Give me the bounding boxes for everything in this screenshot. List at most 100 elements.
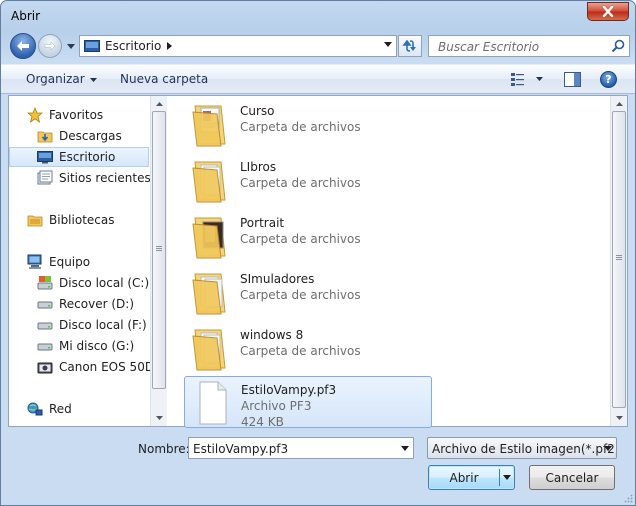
view-dropdown-icon[interactable]	[536, 77, 543, 81]
search-box[interactable]: Buscar Escritorio	[428, 35, 630, 57]
folder-item-curso[interactable]: Curso Carpeta de archivos	[184, 98, 432, 150]
sidebar-item-network[interactable]: Red	[9, 399, 149, 419]
navigation-pane-scrollbar[interactable]	[150, 96, 167, 426]
file-name: Curso	[240, 104, 275, 118]
sidebar-item-label: Descargas	[59, 129, 122, 143]
system-drive-icon	[37, 276, 53, 290]
address-bar[interactable]: Escritorio	[79, 35, 397, 57]
camera-icon	[37, 362, 53, 374]
chevron-down-icon	[89, 78, 97, 82]
drive-icon	[37, 322, 53, 330]
preview-pane-icon[interactable]	[564, 72, 581, 87]
file-name: SImuladores	[240, 272, 315, 286]
file-name: EstiloVampy.pf3	[241, 383, 337, 397]
file-type-filter[interactable]: Archivo de Estilo imagen(*.pf2,	[427, 437, 617, 459]
search-input[interactable]: Buscar Escritorio	[438, 40, 539, 54]
scroll-down-icon	[155, 416, 163, 420]
sidebar-item-drive-g[interactable]: Mi disco (G:)	[9, 336, 149, 356]
organize-label: Organizar	[26, 72, 85, 86]
chevron-down-icon[interactable]	[401, 446, 409, 451]
network-icon	[27, 402, 43, 416]
scroll-up-arrow[interactable]	[614, 99, 624, 109]
sidebar-item-label: Red	[49, 402, 72, 416]
scroll-down-icon	[615, 416, 623, 420]
folder-icon	[192, 217, 226, 259]
resize-grip-icon[interactable]	[623, 493, 633, 503]
sidebar-item-label: Equipo	[49, 255, 91, 269]
sidebar-item-favorites[interactable]: Favoritos	[9, 105, 149, 125]
desktop-icon	[37, 150, 53, 163]
change-view-icon[interactable]	[509, 71, 527, 87]
sidebar-item-label: Bibliotecas	[49, 213, 115, 227]
close-button[interactable]	[587, 2, 629, 21]
history-dropdown-button[interactable]	[65, 40, 77, 52]
help-icon[interactable]: ?	[600, 71, 617, 88]
drive-icon	[37, 301, 53, 309]
libraries-icon	[27, 215, 43, 227]
browser-area: Favoritos Descargas Escritorio Sitios re…	[8, 95, 628, 429]
folder-item-libros[interactable]: LIbros Carpeta de archivos	[184, 154, 432, 206]
sidebar-item-camera[interactable]: Canon EOS 50D	[9, 357, 154, 377]
chevron-right-icon[interactable]	[167, 42, 173, 50]
title-bar[interactable]: Abrir	[1, 1, 635, 31]
filename-value[interactable]: EstiloVampy.pf3	[193, 442, 288, 456]
chevron-down-icon[interactable]	[604, 446, 612, 451]
sidebar-item-drive-f[interactable]: Disco local (F:)	[9, 315, 149, 335]
sidebar-item-label: Sitios recientes	[59, 171, 151, 185]
forward-button[interactable]	[38, 34, 62, 58]
sidebar-item-label: Disco local (C:)	[59, 276, 150, 290]
dialog-footer: Nombre: EstiloVampy.pf3 Archivo de Estil…	[1, 429, 635, 505]
address-dropdown-icon[interactable]	[384, 42, 392, 47]
scrollbar-thumb[interactable]	[612, 111, 626, 408]
scroll-up-icon	[615, 102, 623, 106]
sidebar-item-libraries[interactable]: Bibliotecas	[9, 210, 149, 230]
scroll-up-arrow[interactable]	[154, 99, 164, 109]
close-icon	[602, 6, 614, 17]
folder-item-portrait[interactable]: Portrait Carpeta de archivos	[184, 210, 432, 262]
open-options-dropdown-icon[interactable]	[503, 475, 511, 480]
file-name: Portrait	[240, 216, 285, 230]
sidebar-item-label: Canon EOS 50D	[59, 360, 155, 374]
sidebar-item-computer[interactable]: Equipo	[9, 252, 149, 272]
scroll-down-arrow[interactable]	[614, 413, 624, 423]
file-type: Carpeta de archivos	[240, 120, 361, 134]
file-type: Carpeta de archivos	[240, 176, 361, 190]
computer-icon	[27, 254, 42, 269]
scroll-down-arrow[interactable]	[154, 413, 164, 423]
sidebar-item-desktop[interactable]: Escritorio	[9, 147, 149, 167]
back-button[interactable]	[10, 33, 36, 59]
open-button-label: Abrir	[449, 471, 479, 485]
sidebar-item-label: Mi disco (G:)	[59, 339, 135, 353]
address-text: Escritorio	[105, 39, 162, 53]
star-icon	[27, 107, 43, 123]
folder-item-windows-8[interactable]: windows 8 Carpeta de archivos	[184, 322, 432, 374]
file-name: LIbros	[240, 160, 277, 174]
file-size: 424 KB	[241, 415, 284, 429]
search-icon[interactable]	[611, 39, 625, 53]
refresh-button[interactable]	[398, 35, 422, 57]
sidebar-item-drive-d[interactable]: Recover (D:)	[9, 294, 149, 314]
scrollbar-thumb[interactable]	[152, 111, 166, 389]
refresh-icon	[402, 40, 416, 52]
split-divider	[499, 469, 500, 486]
file-type-filter-value: Archivo de Estilo imagen(*.pf2,	[432, 442, 617, 456]
new-folder-button[interactable]: Nueva carpeta	[120, 72, 208, 86]
sidebar-item-recent-places[interactable]: Sitios recientes	[9, 168, 151, 188]
sidebar-item-downloads[interactable]: Descargas	[9, 126, 149, 146]
file-type: Archivo PF3	[241, 399, 312, 413]
sidebar-item-drive-c[interactable]: Disco local (C:)	[9, 273, 149, 293]
file-list-scrollbar[interactable]	[610, 96, 627, 426]
filename-field[interactable]: EstiloVampy.pf3	[188, 437, 414, 459]
folder-icon	[192, 161, 226, 203]
arrow-right-icon	[44, 41, 56, 51]
open-button[interactable]: Abrir	[428, 465, 515, 490]
organize-button[interactable]: Organizar	[26, 72, 97, 86]
drive-icon	[37, 343, 53, 351]
navigation-pane[interactable]: Favoritos Descargas Escritorio Sitios re…	[9, 96, 154, 426]
file-item-estilovampy[interactable]: EstiloVampy.pf3 Archivo PF3 424 KB	[184, 376, 432, 429]
filename-label: Nombre:	[138, 442, 190, 456]
downloads-folder-icon	[37, 131, 53, 143]
folder-item-simuladores[interactable]: SImuladores Carpeta de archivos	[184, 266, 432, 318]
navigation-bar: Escritorio Buscar Escritorio	[1, 31, 635, 61]
cancel-button[interactable]: Cancelar	[529, 465, 615, 490]
